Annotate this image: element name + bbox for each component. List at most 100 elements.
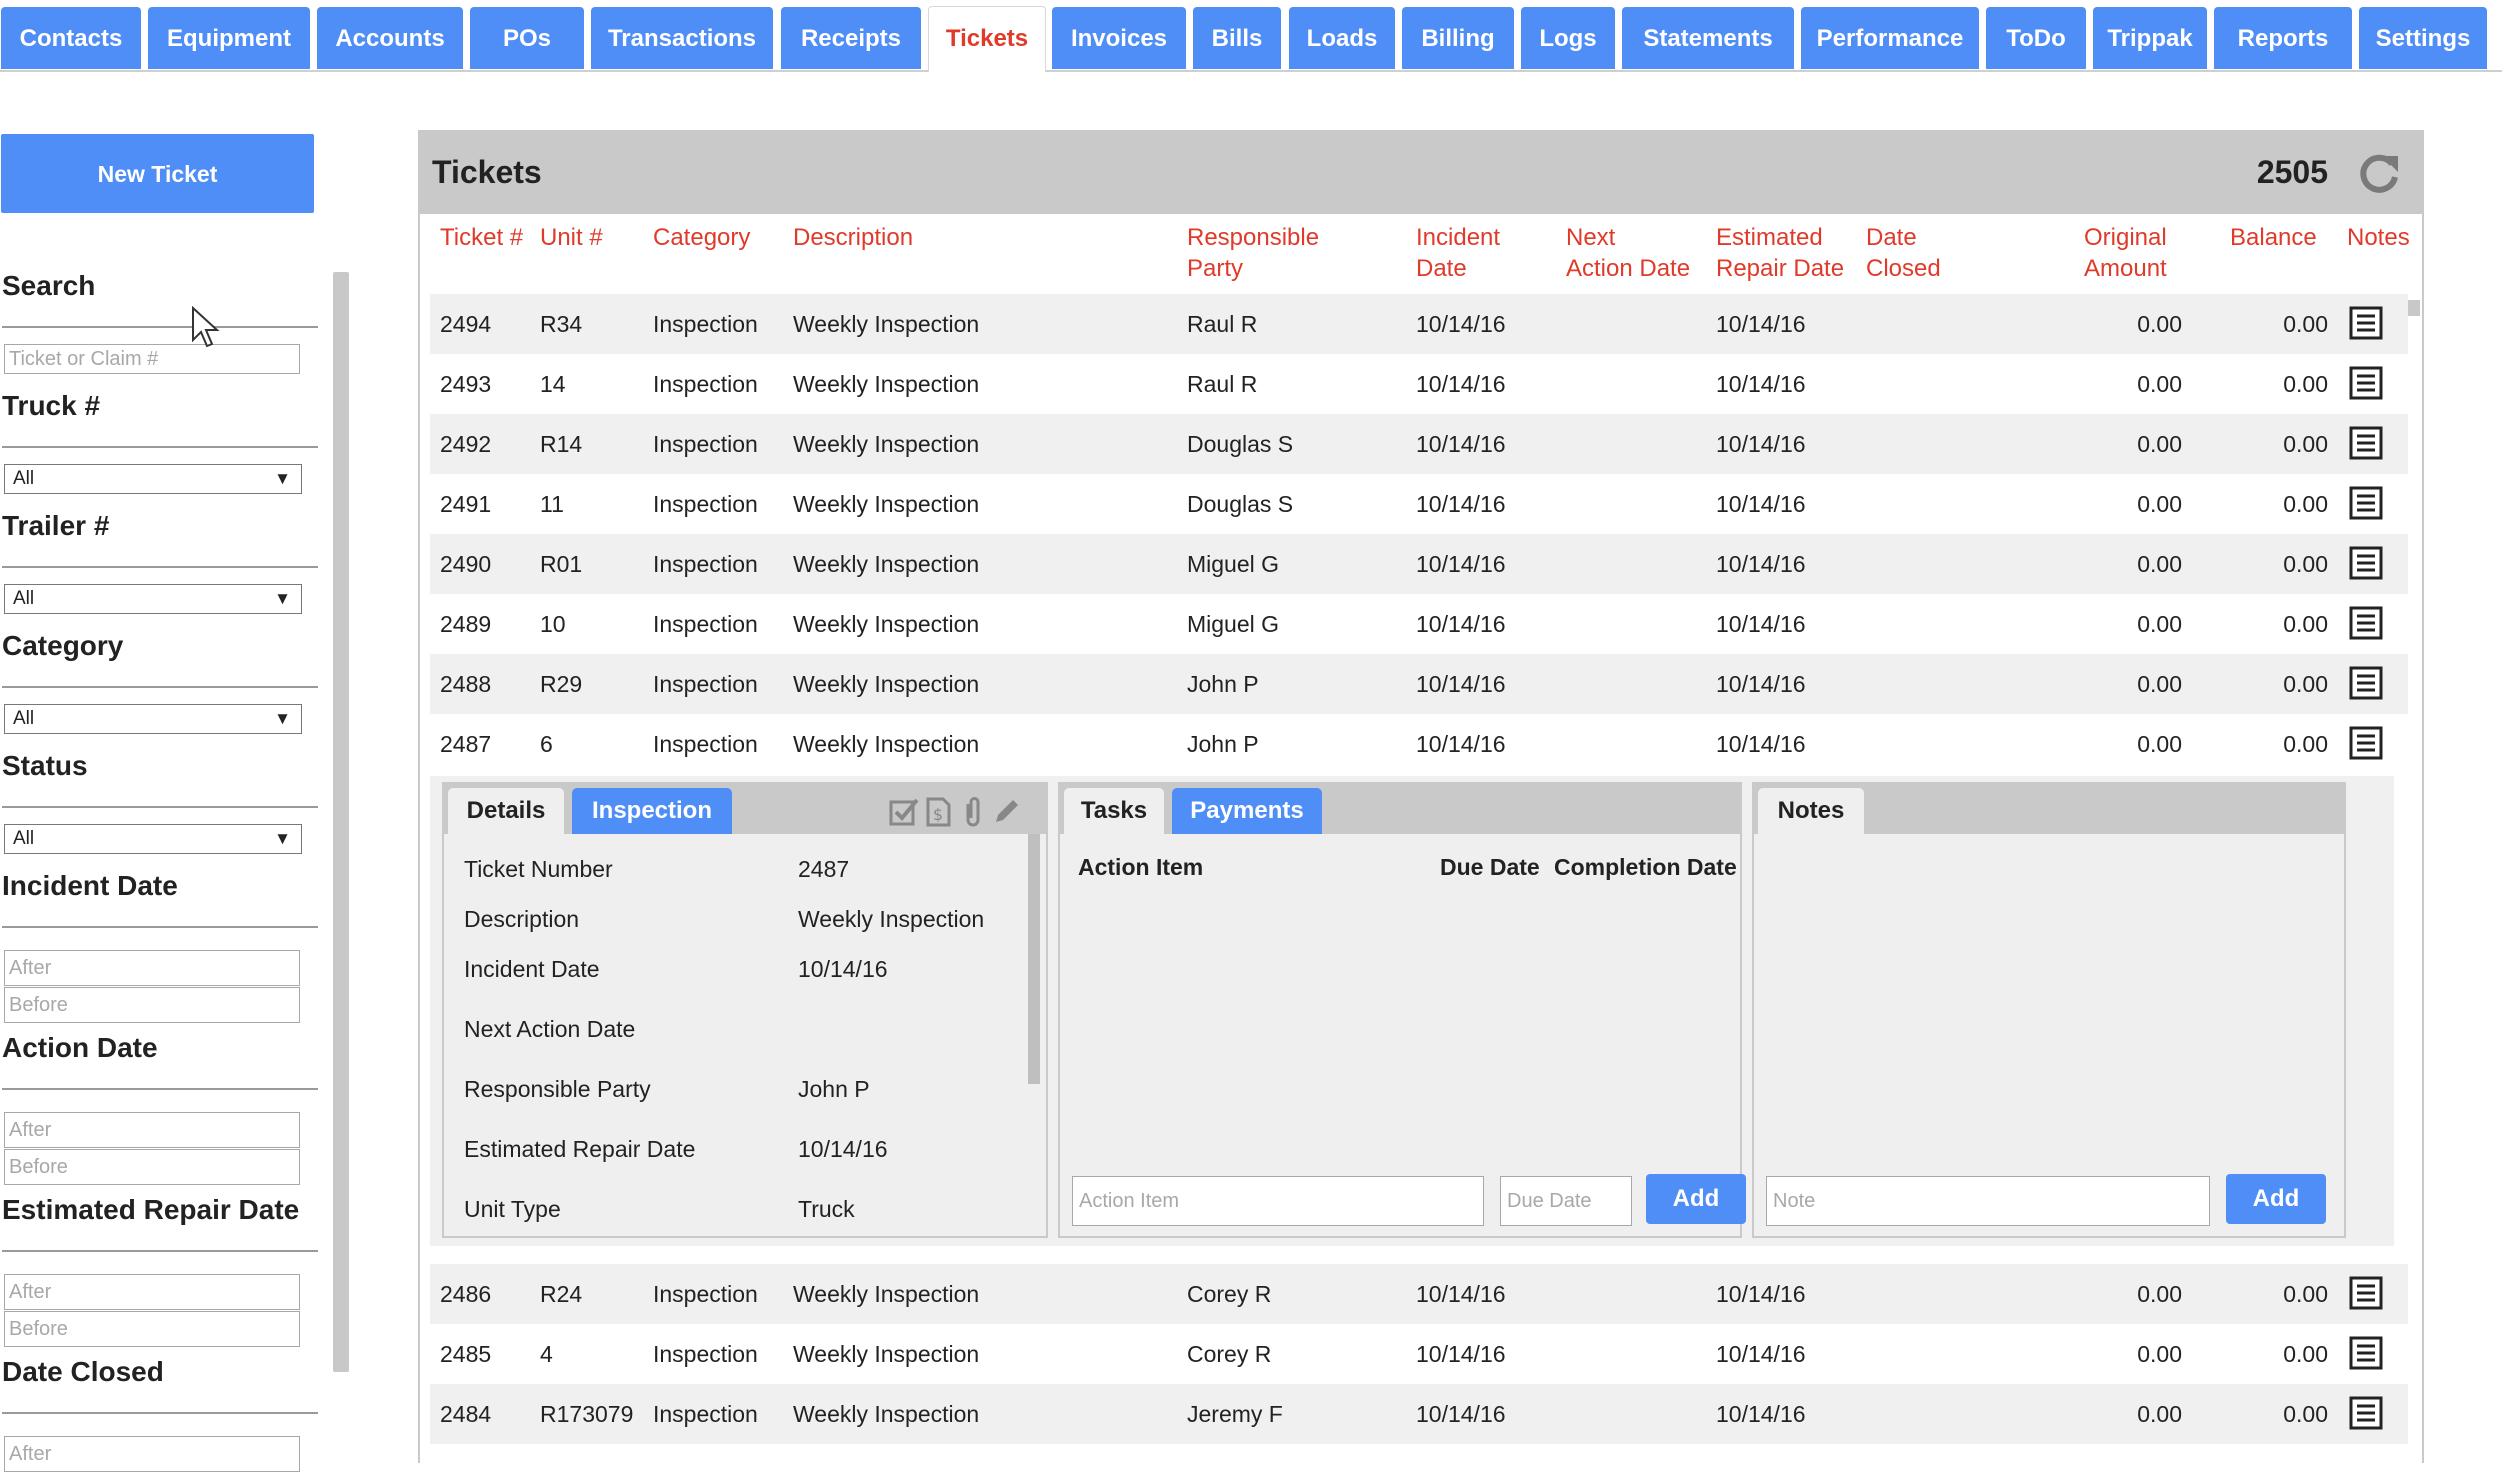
repair-before-input[interactable]	[4, 1311, 300, 1347]
tab-details[interactable]: Details	[448, 788, 564, 834]
category-select-value: All	[13, 708, 35, 729]
original-amount-cell: 0.00	[2137, 431, 2182, 457]
tab-performance[interactable]: Performance	[1801, 7, 1979, 69]
col-original-amount[interactable]: Original Amount	[2084, 222, 2167, 284]
col-ticket[interactable]: Ticket #	[440, 222, 523, 253]
tab-equipment[interactable]: Equipment	[148, 7, 310, 69]
notes-icon[interactable]	[2348, 725, 2384, 761]
tab-contacts[interactable]: Contacts	[1, 7, 141, 69]
table-row[interactable]: 2493 14 Inspection Weekly Inspection Raul R 1…	[430, 354, 2408, 414]
action-item-input[interactable]	[1072, 1176, 1484, 1226]
balance-cell: 0.00	[2283, 371, 2328, 397]
due-date-input[interactable]	[1500, 1176, 1632, 1226]
table-row[interactable]: 2494 R34 Inspection Weekly Inspection Raul R…	[430, 294, 2408, 354]
ticket-detail: Details Inspection $ Ticket Number 2487 …	[430, 776, 2394, 1246]
note-input[interactable]	[1766, 1176, 2210, 1226]
detail-field-label: Description	[464, 906, 580, 932]
table-row[interactable]: 2485 4 Inspection Weekly Inspection Corey R 1…	[430, 1324, 2408, 1384]
notes-icon[interactable]	[2348, 485, 2384, 521]
truck-select[interactable]: All ▼	[4, 464, 302, 494]
invoice-dollar-icon[interactable]: $	[922, 796, 954, 828]
tab-loads[interactable]: Loads	[1289, 7, 1395, 69]
balance-cell: 0.00	[2283, 731, 2328, 757]
table-row[interactable]: 2491 11 Inspection Weekly Inspection Douglas…	[430, 474, 2408, 534]
tab-invoices[interactable]: Invoices	[1052, 7, 1186, 69]
estimated-repair-date-cell: 10/14/16	[1716, 431, 1806, 457]
table-row[interactable]: 2484 R173079 Inspection Weekly Inspection Je…	[430, 1384, 2408, 1444]
notes-icon[interactable]	[2348, 305, 2384, 341]
incident-before-input[interactable]	[4, 987, 300, 1023]
col-incident-date[interactable]: Incident Date	[1416, 222, 1500, 284]
tab-todo[interactable]: ToDo	[1986, 7, 2086, 69]
table-row[interactable]: 2487 6 Inspection Weekly Inspection John P 10…	[430, 714, 2408, 774]
col-description[interactable]: Description	[793, 222, 913, 253]
paperclip-icon[interactable]	[956, 796, 988, 828]
table-row[interactable]: 2488 R29 Inspection Weekly Inspection John P…	[430, 654, 2408, 714]
tab-settings[interactable]: Settings	[2359, 7, 2487, 69]
tab-billing[interactable]: Billing	[1402, 7, 1514, 69]
col-estimated-repair-date[interactable]: Estimated Repair Date	[1716, 222, 1844, 284]
tab-transactions[interactable]: Transactions	[591, 7, 773, 69]
unit-cell: 6	[540, 731, 553, 757]
notes-icon[interactable]	[2348, 545, 2384, 581]
table-row[interactable]: 2489 10 Inspection Weekly Inspection Miguel …	[430, 594, 2408, 654]
status-select[interactable]: All ▼	[4, 824, 302, 854]
category-cell: Inspection	[653, 731, 758, 757]
refresh-icon[interactable]	[2356, 150, 2402, 196]
tab-bills[interactable]: Bills	[1193, 7, 1281, 69]
tab-statements[interactable]: Statements	[1622, 7, 1794, 69]
col-category[interactable]: Category	[653, 222, 750, 253]
action-after-input[interactable]	[4, 1112, 300, 1148]
col-notes[interactable]: Notes	[2347, 222, 2410, 253]
page-title: Tickets	[432, 154, 542, 190]
tab-reports[interactable]: Reports	[2214, 7, 2352, 69]
truck-filter: Truck # All ▼	[2, 390, 318, 494]
tab-payments[interactable]: Payments	[1172, 788, 1322, 834]
ticket-cell: 2493	[440, 371, 492, 397]
add-note-button[interactable]: Add	[2226, 1174, 2326, 1224]
table-row[interactable]: 2490 R01 Inspection Weekly Inspection Miguel…	[430, 534, 2408, 594]
details-scrollbar[interactable]	[1028, 834, 1040, 1084]
col-date-closed[interactable]: Date Closed	[1866, 222, 1941, 284]
col-responsible-party[interactable]: Responsible Party	[1187, 222, 1319, 284]
notes-icon[interactable]	[2348, 1335, 2384, 1371]
checkbox-icon[interactable]	[888, 796, 920, 828]
incident-after-input[interactable]	[4, 950, 300, 986]
tab-tasks[interactable]: Tasks	[1064, 788, 1164, 834]
incident-date-cell: 10/14/16	[1416, 431, 1506, 457]
search-input[interactable]	[4, 344, 300, 374]
category-select[interactable]: All ▼	[4, 704, 302, 734]
new-ticket-button[interactable]: New Ticket	[1, 134, 314, 213]
pencil-icon[interactable]	[990, 796, 1022, 828]
add-task-button[interactable]: Add	[1646, 1174, 1746, 1224]
responsible-party-cell: John P	[1187, 671, 1259, 697]
col-next-action-date[interactable]: Next Action Date	[1566, 222, 1690, 284]
repair-after-input[interactable]	[4, 1274, 300, 1310]
sidebar-scrollbar[interactable]	[333, 272, 349, 1372]
col-balance[interactable]: Balance	[2230, 222, 2317, 253]
tab-pos[interactable]: POs	[470, 7, 584, 69]
notes-icon[interactable]	[2348, 605, 2384, 641]
tab-trippak[interactable]: Trippak	[2093, 7, 2207, 69]
tab-inspection[interactable]: Inspection	[572, 788, 732, 834]
table-row[interactable]: 2492 R14 Inspection Weekly Inspection Dougla…	[430, 414, 2408, 474]
tab-receipts[interactable]: Receipts	[781, 7, 921, 69]
notes-icon[interactable]	[2348, 425, 2384, 461]
table-scrollbar[interactable]	[2406, 300, 2420, 316]
notes-icon[interactable]	[2348, 365, 2384, 401]
action-before-input[interactable]	[4, 1149, 300, 1185]
col-unit[interactable]: Unit #	[540, 222, 603, 253]
tab-tickets[interactable]: Tickets	[928, 6, 1046, 72]
description-cell: Weekly Inspection	[793, 1341, 980, 1367]
ticket-cell: 2491	[440, 491, 492, 517]
closed-after-input[interactable]	[4, 1436, 300, 1472]
notes-icon[interactable]	[2348, 1275, 2384, 1311]
table-row[interactable]: 2486 R24 Inspection Weekly Inspection Corey …	[430, 1264, 2408, 1324]
trailer-select[interactable]: All ▼	[4, 584, 302, 614]
col-next-line1: Next	[1566, 224, 1616, 251]
notes-icon[interactable]	[2348, 1395, 2384, 1431]
tab-notes[interactable]: Notes	[1758, 788, 1864, 834]
notes-icon[interactable]	[2348, 665, 2384, 701]
tab-accounts[interactable]: Accounts	[317, 7, 463, 69]
tab-logs[interactable]: Logs	[1521, 7, 1615, 69]
